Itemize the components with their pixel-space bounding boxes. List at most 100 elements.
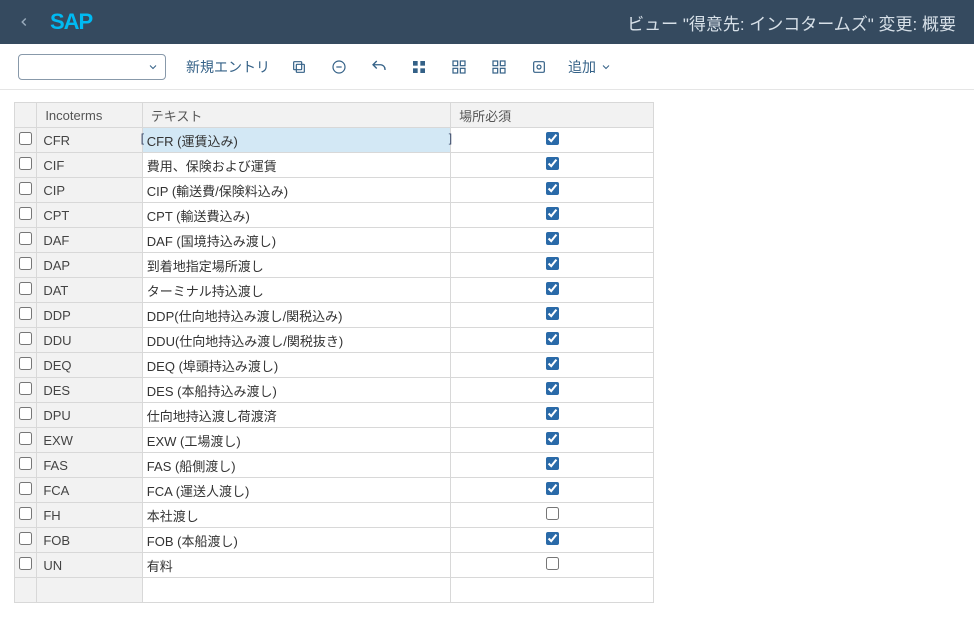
- select-block-icon[interactable]: [450, 58, 468, 76]
- row-select-checkbox[interactable]: [19, 307, 32, 320]
- row-select-checkbox[interactable]: [19, 257, 32, 270]
- row-select-checkbox[interactable]: [19, 357, 32, 370]
- incoterms-code[interactable]: CFR: [37, 128, 142, 153]
- row-select-cell[interactable]: [15, 278, 37, 303]
- incoterms-code[interactable]: FAS: [37, 453, 142, 478]
- location-required-cell[interactable]: [451, 503, 654, 528]
- table-row[interactable]: DPU仕向地持込渡し荷渡済: [15, 403, 654, 428]
- table-row[interactable]: UN有料: [15, 553, 654, 578]
- row-select-checkbox[interactable]: [19, 282, 32, 295]
- row-select-cell[interactable]: [15, 128, 37, 153]
- incoterms-text[interactable]: CFR (運賃込み): [142, 128, 450, 153]
- location-required-cell[interactable]: [451, 353, 654, 378]
- incoterms-text[interactable]: FAS (船側渡し): [142, 453, 450, 478]
- incoterms-text[interactable]: EXW (工場渡し): [142, 428, 450, 453]
- table-row[interactable]: DAFDAF (国境持込み渡し): [15, 228, 654, 253]
- location-required-cell[interactable]: [451, 228, 654, 253]
- table-row[interactable]: DESDES (本船持込み渡し): [15, 378, 654, 403]
- location-required-cell[interactable]: [451, 178, 654, 203]
- location-required-checkbox[interactable]: [546, 282, 559, 295]
- row-select-cell[interactable]: [15, 503, 37, 528]
- location-required-checkbox[interactable]: [546, 507, 559, 520]
- location-required-cell[interactable]: [451, 153, 654, 178]
- row-select-cell[interactable]: [15, 453, 37, 478]
- incoterms-code[interactable]: CIF: [37, 153, 142, 178]
- incoterms-text[interactable]: FOB (本船渡し): [142, 528, 450, 553]
- location-required-checkbox[interactable]: [546, 232, 559, 245]
- row-select-cell[interactable]: [15, 303, 37, 328]
- row-select-cell[interactable]: [15, 378, 37, 403]
- row-select-cell[interactable]: [15, 403, 37, 428]
- table-row[interactable]: CIF費用、保険および運賃: [15, 153, 654, 178]
- incoterms-code[interactable]: DEQ: [37, 353, 142, 378]
- back-button[interactable]: [10, 8, 38, 36]
- row-select-checkbox[interactable]: [19, 332, 32, 345]
- incoterms-code[interactable]: EXW: [37, 428, 142, 453]
- table-row[interactable]: DATターミナル持込渡し: [15, 278, 654, 303]
- row-select-checkbox[interactable]: [19, 532, 32, 545]
- table-row[interactable]: CFRCFR (運賃込み): [15, 128, 654, 153]
- incoterms-code[interactable]: DPU: [37, 403, 142, 428]
- location-required-cell[interactable]: [451, 478, 654, 503]
- location-required-checkbox[interactable]: [546, 382, 559, 395]
- location-required-checkbox[interactable]: [546, 457, 559, 470]
- location-required-checkbox[interactable]: [546, 157, 559, 170]
- incoterms-text[interactable]: DAF (国境持込み渡し): [142, 228, 450, 253]
- location-required-checkbox[interactable]: [546, 432, 559, 445]
- row-select-checkbox[interactable]: [19, 157, 32, 170]
- location-required-checkbox[interactable]: [546, 357, 559, 370]
- copy-icon[interactable]: [290, 58, 308, 76]
- incoterms-code[interactable]: CIP: [37, 178, 142, 203]
- location-required-cell[interactable]: [451, 328, 654, 353]
- incoterms-text[interactable]: DDU(仕向地持込み渡し/関税抜き): [142, 328, 450, 353]
- location-required-cell[interactable]: [451, 453, 654, 478]
- row-select-checkbox[interactable]: [19, 132, 32, 145]
- row-select-checkbox[interactable]: [19, 382, 32, 395]
- incoterms-text[interactable]: 仕向地持込渡し荷渡済: [142, 403, 450, 428]
- table-row[interactable]: FOBFOB (本船渡し): [15, 528, 654, 553]
- row-select-checkbox[interactable]: [19, 232, 32, 245]
- table-row[interactable]: DDPDDP(仕向地持込み渡し/関税込み): [15, 303, 654, 328]
- incoterms-code[interactable]: CPT: [37, 203, 142, 228]
- location-required-cell[interactable]: [451, 128, 654, 153]
- location-required-checkbox[interactable]: [546, 207, 559, 220]
- location-required-checkbox[interactable]: [546, 532, 559, 545]
- table-row[interactable]: CPTCPT (輸送費込み): [15, 203, 654, 228]
- row-select-cell[interactable]: [15, 328, 37, 353]
- location-required-checkbox[interactable]: [546, 407, 559, 420]
- incoterms-text[interactable]: FCA (運送人渡し): [142, 478, 450, 503]
- incoterms-code[interactable]: DDP: [37, 303, 142, 328]
- location-required-cell[interactable]: [451, 428, 654, 453]
- incoterms-code[interactable]: FCA: [37, 478, 142, 503]
- incoterms-code[interactable]: UN: [37, 553, 142, 578]
- deselect-all-icon[interactable]: [490, 58, 508, 76]
- incoterms-text[interactable]: CIP (輸送費/保険料込み): [142, 178, 450, 203]
- row-select-cell[interactable]: [15, 228, 37, 253]
- undo-icon[interactable]: [370, 58, 388, 76]
- incoterms-text[interactable]: 費用、保険および運賃: [142, 153, 450, 178]
- configure-icon[interactable]: [530, 58, 548, 76]
- delete-icon[interactable]: [330, 58, 348, 76]
- location-required-cell[interactable]: [451, 403, 654, 428]
- row-select-checkbox[interactable]: [19, 557, 32, 570]
- location-required-cell[interactable]: [451, 203, 654, 228]
- incoterms-text[interactable]: 本社渡し: [142, 503, 450, 528]
- location-required-checkbox[interactable]: [546, 182, 559, 195]
- col-header-text[interactable]: テキスト: [142, 103, 450, 128]
- table-row[interactable]: EXWEXW (工場渡し): [15, 428, 654, 453]
- incoterms-code[interactable]: DES: [37, 378, 142, 403]
- row-select-checkbox[interactable]: [19, 207, 32, 220]
- incoterms-code[interactable]: DAT: [37, 278, 142, 303]
- row-select-cell[interactable]: [15, 428, 37, 453]
- incoterms-text[interactable]: DDP(仕向地持込み渡し/関税込み): [142, 303, 450, 328]
- col-header-incoterms[interactable]: Incoterms: [37, 103, 142, 128]
- location-required-cell[interactable]: [451, 528, 654, 553]
- add-button[interactable]: 追加: [568, 57, 612, 77]
- col-header-select[interactable]: [15, 103, 37, 128]
- incoterms-text[interactable]: DES (本船持込み渡し): [142, 378, 450, 403]
- row-select-cell[interactable]: [15, 528, 37, 553]
- location-required-cell[interactable]: [451, 378, 654, 403]
- location-required-checkbox[interactable]: [546, 257, 559, 270]
- row-select-cell[interactable]: [15, 553, 37, 578]
- row-select-checkbox[interactable]: [19, 432, 32, 445]
